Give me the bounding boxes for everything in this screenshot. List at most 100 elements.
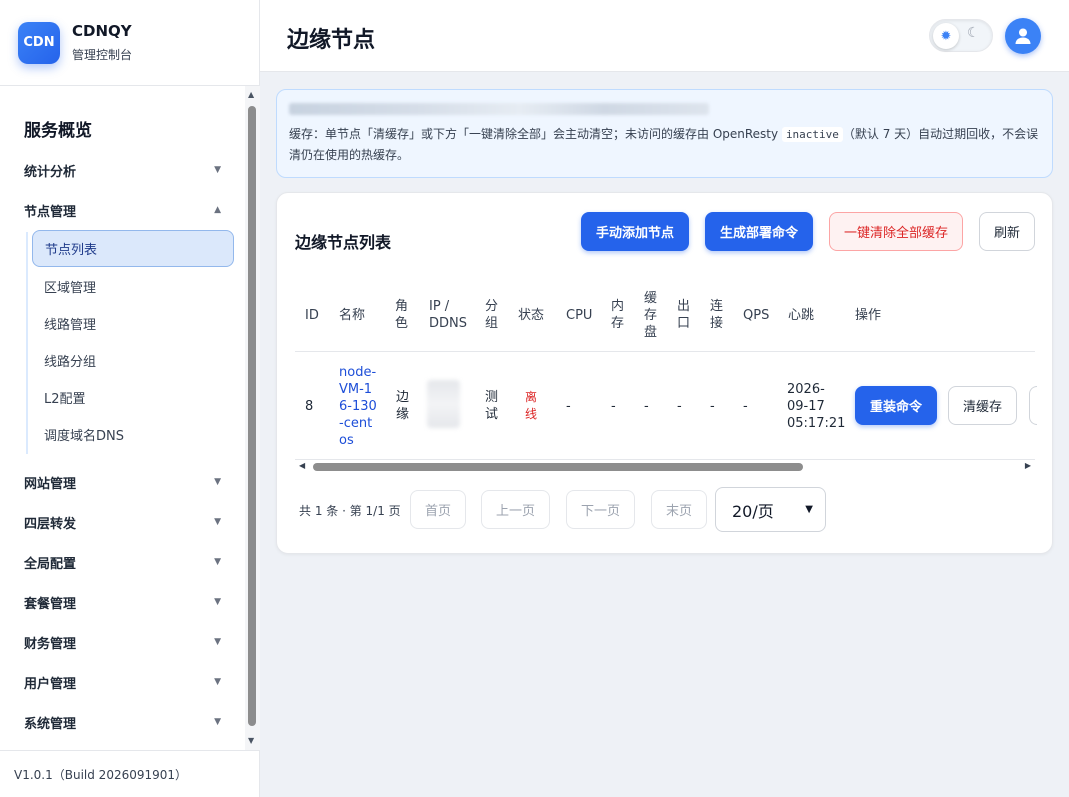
first-page-button[interactable]: 首页 [410,490,466,529]
moon-icon[interactable]: ☾ [967,25,980,41]
th-disk[interactable]: 缓存盘 [644,290,660,341]
nav-group-nodes[interactable]: 节点管理 ▲ [0,190,245,230]
table-hscrollbar[interactable]: ◀ ▶ [295,459,1035,475]
sidebar-scrollbar[interactable]: ▲ ▼ [245,86,260,750]
page-title: 边缘节点 [287,28,376,53]
notice-code: inactive [781,127,843,142]
nav-group-label: 套餐管理 [24,596,77,612]
cell-heartbeat: 2026-09-17 05:17:21 [787,382,846,431]
node-list-card: 边缘节点列表 手动添加节点 生成部署命令 一键清除全部缓存 刷新 ID 名称 角… [276,192,1053,554]
status-badge: 离线 [525,390,538,421]
nav-group-label: 四层转发 [24,516,77,532]
cell-cpu: - [566,399,571,414]
nav-group-label: 用户管理 [24,676,77,692]
table-scroll-thumb[interactable] [313,463,803,471]
nav-group-label: 网站管理 [24,476,77,492]
th-status[interactable]: 状态 [518,307,544,324]
page-size-select[interactable]: 20/页 ▼ [715,487,826,532]
nav-group-label: 统计分析 [24,164,77,180]
refresh-button[interactable]: 刷新 [979,212,1035,251]
brand-subtitle: 管理控制台 [72,48,133,62]
th-heartbeat[interactable]: 心跳 [788,307,814,324]
chevron-down-icon: ▼ [214,557,221,567]
cell-qps: - [743,399,748,414]
th-mem[interactable]: 内存 [611,298,627,332]
deploy-command-button[interactable]: 生成部署命令 [705,212,813,251]
cell-disk: - [644,399,649,414]
next-page-button[interactable]: 下一页 [566,490,635,529]
chevron-down-icon: ▼ [805,504,813,515]
sidebar-title[interactable]: 服务概览 [24,116,92,141]
more-action-button[interactable] [1029,386,1037,425]
sun-icon[interactable]: ✹ [933,23,959,49]
cell-group: 测试 [485,390,499,422]
nav-group-label: 节点管理 [24,204,77,220]
th-role[interactable]: 角色 [395,298,411,332]
sidebar-item-l2-config[interactable]: L2配置 [32,379,234,416]
th-conn[interactable]: 连接 [710,298,726,332]
chevron-down-icon: ▼ [214,597,221,607]
th-ip[interactable]: IP / DDNS [429,298,467,332]
user-avatar[interactable] [1005,18,1041,54]
scroll-up-arrow-icon[interactable]: ▲ [248,90,254,99]
nav-group-stats[interactable]: 统计分析 ▼ [0,150,245,190]
user-icon [1015,28,1031,44]
chevron-down-icon: ▼ [214,637,221,647]
topbar: 边缘节点 ✹ ☾ [260,0,1069,72]
reinstall-command-button[interactable]: 重装命令 [855,386,937,425]
redacted-ip [427,380,460,428]
sidebar-item-node-list[interactable]: 节点列表 [32,230,234,267]
cell-id: 8 [305,399,314,414]
sidebar-item-line-groups[interactable]: 线路分组 [32,342,234,379]
cell-mem: - [611,399,616,414]
sidebar-nav: 服务概览 统计分析 ▼ 节点管理 ▲ 节点列表 区域管理 线路管理 线路分组 L2配… [0,86,245,750]
node-name-link[interactable]: node-VM-16-130-centos [339,364,379,449]
last-page-button[interactable]: 末页 [651,490,707,529]
nav-group-label: 全局配置 [24,556,77,572]
chevron-up-icon: ▲ [214,205,221,215]
chevron-down-icon: ▼ [214,717,221,727]
sidebar-item-dispatch-dns[interactable]: 调度域名DNS [32,416,234,453]
clear-all-cache-button[interactable]: 一键清除全部缓存 [829,212,963,251]
page-size-value: 20/页 [732,501,774,521]
sidebar-item-regions[interactable]: 区域管理 [32,268,234,305]
brand-name: CDNQY [72,22,132,40]
chevron-down-icon: ▼ [214,165,221,175]
scroll-left-arrow-icon[interactable]: ◀ [299,461,305,470]
chevron-down-icon: ▼ [214,517,221,527]
th-group[interactable]: 分组 [485,298,501,332]
clear-cache-button[interactable]: 清缓存 [948,386,1017,425]
scroll-right-arrow-icon[interactable]: ▶ [1025,461,1031,470]
cell-conn: - [710,399,715,414]
cache-notice-text: 缓存：单节点「清缓存」或下方「一键清除全部」会主动清空；未访问的缓存由 Open… [289,124,1044,166]
chevron-down-icon: ▼ [214,477,221,487]
th-qps[interactable]: QPS [743,307,769,324]
nav-group-plans[interactable]: 套餐管理 ▼ [0,582,245,622]
sidebar-item-lines[interactable]: 线路管理 [32,305,234,342]
theme-toggle[interactable]: ✹ ☾ [929,19,993,52]
nav-group-system[interactable]: 系统管理 ▼ [0,702,245,742]
notice-text-prefix: 缓存：单节点「清缓存」或下方「一键清除全部」会主动清空；未访问的缓存由 Open… [289,127,782,141]
th-out[interactable]: 出口 [677,298,693,332]
redacted-text [289,103,709,115]
nav-group-l4[interactable]: 四层转发 ▼ [0,502,245,542]
scroll-down-arrow-icon[interactable]: ▼ [248,736,254,745]
submenu-guide-line [26,232,28,454]
th-cpu[interactable]: CPU [566,307,592,324]
nav-group-users[interactable]: 用户管理 ▼ [0,662,245,702]
chevron-down-icon: ▼ [214,677,221,687]
prev-page-button[interactable]: 上一页 [481,490,550,529]
nav-group-label: 系统管理 [24,716,77,732]
th-id[interactable]: ID [305,307,319,324]
sidebar-scroll-thumb[interactable] [248,106,256,726]
nav-group-sites[interactable]: 网站管理 ▼ [0,462,245,502]
th-ops[interactable]: 操作 [855,307,881,324]
nav-group-finance[interactable]: 财务管理 ▼ [0,622,245,662]
add-node-button[interactable]: 手动添加节点 [581,212,689,251]
nav-group-global[interactable]: 全局配置 ▼ [0,542,245,582]
cell-out: - [677,399,682,414]
sidebar: CDN CDNQY 管理控制台 服务概览 统计分析 ▼ 节点管理 ▲ 节点列表 区域… [0,0,260,797]
version-label: V1.0.1（Build 2026091901） [0,750,260,797]
th-name[interactable]: 名称 [339,307,365,324]
brand-logo: CDN [18,21,60,64]
